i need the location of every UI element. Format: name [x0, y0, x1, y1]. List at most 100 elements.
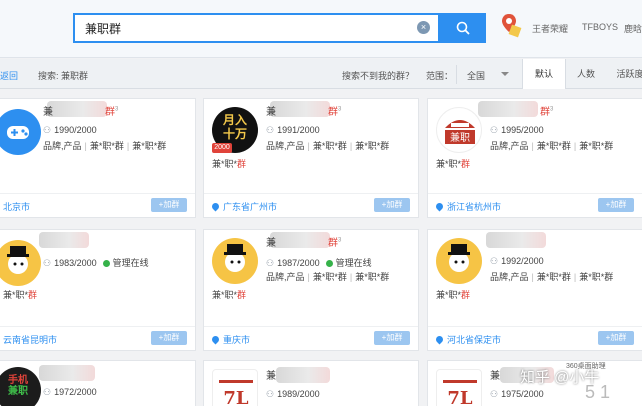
member-count: ⚇ 1972/2000	[43, 387, 97, 397]
group-name-blurred	[39, 365, 95, 381]
search-box: ×	[73, 13, 440, 43]
hot-tag-1[interactable]: 王者荣耀	[532, 22, 568, 35]
online-dot-icon	[102, 260, 110, 267]
group-tags-extra: 兼*职*群	[212, 159, 247, 169]
member-count: ⚇ 1992/2000	[490, 256, 544, 266]
location-pin-icon	[210, 334, 221, 345]
member-count: ⚇ 1995/2000	[490, 125, 544, 135]
group-name: 兼	[490, 371, 500, 382]
group-name-blurred	[486, 232, 546, 248]
not-found-link[interactable]: 搜索不到我的群？	[342, 69, 414, 82]
people-icon: ⚇	[266, 389, 275, 399]
group-tags: 品牌,产品 | 兼*职*群 | 兼*职*群	[266, 272, 390, 282]
svg-text:7L: 7L	[223, 388, 249, 406]
group-card[interactable]: 兼职 群3 ⚇ 1995/2000 品牌,产品 | 兼*职*群 | 兼*职*群 兼*职*群…	[427, 98, 642, 218]
people-icon: ⚇	[490, 389, 499, 399]
group-logo-icon: 7L	[212, 369, 258, 406]
card-footer: 云南省昆明市 +加群	[0, 326, 195, 350]
top-bar: × 王者荣耀 TFBOYS 鹿晗	[0, 0, 642, 58]
range-dropdown[interactable]: 全国	[456, 65, 520, 84]
group-tags: 品牌,产品 | 兼*职*群 | 兼*职*群	[490, 272, 614, 282]
card-footer: 河北省保定市 +加群	[428, 326, 642, 350]
group-card[interactable]: 月入 十万 2000 兼群3 ⚇ 1991/2000 品牌,产品 | 兼*职*群 | 兼*职…	[203, 98, 419, 218]
cartoon-avatar-icon	[212, 238, 258, 284]
join-button[interactable]: +加群	[374, 331, 410, 345]
group-card[interactable]: 7L 兼 ⚇ 1989/2000	[203, 360, 419, 406]
group-name: 兼群3	[266, 237, 342, 249]
city-label[interactable]: 云南省昆明市	[3, 333, 57, 346]
group-name: 兼群3	[266, 106, 342, 118]
online-dot-icon	[325, 260, 333, 267]
group-tags-extra: 兼*职*群	[436, 159, 471, 169]
back-link[interactable]: 返回	[0, 69, 18, 82]
group-tags-extra: 兼*职*群	[3, 290, 38, 300]
cartoon-avatar-icon	[436, 238, 482, 284]
search-button[interactable]	[440, 13, 486, 43]
range-value: 全国	[467, 71, 486, 81]
people-icon: ⚇	[266, 258, 275, 268]
location-pin-icon	[434, 201, 445, 212]
city-label[interactable]: 广东省广州市	[210, 200, 277, 213]
group-name-blurred	[276, 367, 330, 383]
group-tags: 品牌,产品 | 兼*职*群 | 兼*职*群	[266, 141, 390, 151]
avatar: 兼职	[436, 107, 482, 153]
location-icon[interactable]	[500, 12, 522, 38]
city-label[interactable]: 河北省保定市	[434, 333, 501, 346]
search-input[interactable]	[75, 21, 395, 35]
tab-default[interactable]: 默认	[522, 59, 566, 89]
admin-online: 管理在线	[102, 258, 149, 268]
group-tags: 品牌,产品 | 兼*职*群 | 兼*职*群	[43, 141, 167, 151]
close-icon[interactable]: ×	[417, 21, 430, 34]
member-count: ⚇ 1975/2000	[490, 389, 544, 399]
member-count: ⚇ 1991/2000	[266, 125, 320, 135]
city-label[interactable]: 重庆市	[210, 333, 250, 346]
tab-activity[interactable]: 活跃度	[610, 59, 642, 89]
group-tags: 品牌,产品 | 兼*职*群 | 兼*职*群	[490, 141, 614, 151]
avatar-text: 月入 十万	[222, 113, 247, 141]
people-icon: ⚇	[490, 256, 499, 266]
chevron-down-icon	[501, 72, 509, 76]
group-card[interactable]: 兼群3 ⚇ 1987/2000 管理在线 品牌,产品 | 兼*职*群 | 兼*职*群 兼*职…	[203, 229, 419, 351]
people-icon: ⚇	[43, 387, 52, 397]
overlay-digits: 5 1	[585, 382, 611, 402]
group-card[interactable]: 兼群3 ⚇ 1990/2000 品牌,产品 | 兼*职*群 | 兼*职*群 北京市 +加群	[0, 98, 196, 218]
group-name: 兼	[266, 371, 276, 382]
member-count: ⚇ 1989/2000	[266, 389, 320, 399]
member-count: ⚇ 1983/2000 管理在线	[43, 258, 149, 268]
join-button[interactable]: +加群	[374, 198, 410, 212]
tab-members[interactable]: 人数	[568, 59, 604, 89]
join-button[interactable]: +加群	[598, 198, 634, 212]
city-label[interactable]: 北京市	[3, 200, 30, 213]
avatar: 手机 兼职	[0, 367, 41, 406]
svg-text:兼职: 兼职	[450, 131, 470, 144]
cartoon-avatar-icon	[0, 240, 41, 286]
avatar-text: 手机 兼职	[8, 375, 28, 397]
card-footer: 浙江省杭州市 +加群	[428, 193, 642, 217]
member-count: ⚇ 1990/2000	[43, 125, 97, 135]
group-name-blurred	[478, 101, 538, 117]
gamepad-icon	[0, 109, 41, 155]
group-tags-extra: 兼*职*群	[212, 290, 247, 300]
card-footer: 广东省广州市 +加群	[204, 193, 418, 217]
admin-online: 管理在线	[325, 258, 372, 268]
group-card[interactable]: ⚇ 1992/2000 品牌,产品 | 兼*职*群 | 兼*职*群 兼*职*群 河北省保定…	[427, 229, 642, 351]
group-logo-icon: 7L	[436, 369, 482, 406]
join-button[interactable]: +加群	[151, 198, 187, 212]
group-name-blurred	[39, 232, 89, 248]
search-icon	[456, 21, 470, 35]
group-card[interactable]: 手机 兼职 ⚇ 1972/2000	[0, 360, 196, 406]
join-button[interactable]: +加群	[151, 331, 187, 345]
group-name: 群3	[540, 106, 554, 118]
range-label: 范围：	[426, 71, 454, 81]
people-icon: ⚇	[43, 125, 52, 135]
hot-tag-3[interactable]: 鹿晗	[624, 22, 642, 35]
card-footer: 重庆市 +加群	[204, 326, 418, 350]
member-count: ⚇ 1987/2000 管理在线	[266, 258, 372, 268]
city-label[interactable]: 浙江省杭州市	[434, 200, 501, 213]
join-button[interactable]: +加群	[598, 331, 634, 345]
hot-tag-2[interactable]: TFBOYS	[582, 22, 618, 32]
level-badge: 2000	[212, 143, 232, 153]
location-pin-icon	[434, 334, 445, 345]
card-footer: 北京市 +加群	[0, 193, 195, 217]
group-card[interactable]: ⚇ 1983/2000 管理在线 兼*职*群 云南省昆明市 +加群	[0, 229, 196, 351]
